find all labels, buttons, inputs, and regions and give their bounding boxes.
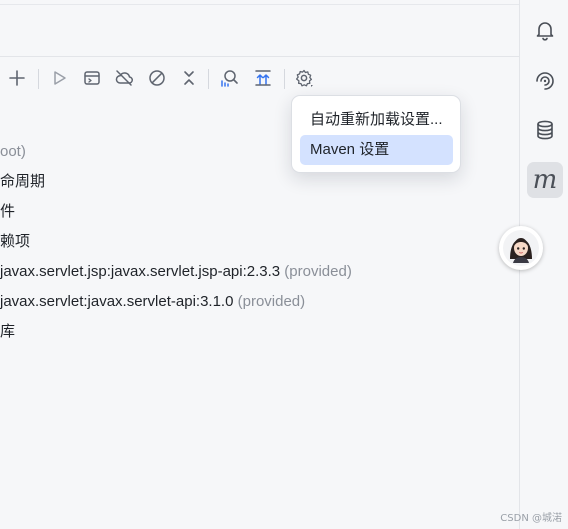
- menu-item-auto-reload-settings[interactable]: 自动重新加载设置...: [300, 105, 453, 135]
- tree-row[interactable]: 件: [0, 200, 15, 224]
- avatar-image: [503, 230, 539, 266]
- run-icon[interactable]: [45, 64, 73, 92]
- tree-row[interactable]: javax.servlet:javax.servlet-api:3.1.0 (p…: [0, 290, 305, 314]
- toolbar-separator: [284, 69, 285, 89]
- offline-mode-icon[interactable]: [110, 64, 138, 92]
- tree-row-label: 赖项: [0, 233, 31, 250]
- notifications-icon[interactable]: [527, 12, 563, 48]
- settings-popup-menu: 自动重新加载设置... Maven 设置: [291, 95, 461, 173]
- toolbar-separator: [38, 69, 39, 89]
- header-divider: [0, 4, 519, 5]
- toolbar-separator: [208, 69, 209, 89]
- tree-row[interactable]: 库: [0, 320, 15, 344]
- tree-row[interactable]: javax.servlet.jsp:javax.servlet.jsp-api:…: [0, 260, 352, 284]
- skip-tests-icon[interactable]: [143, 64, 171, 92]
- tree-row-label: javax.servlet:javax.servlet-api:3.1.0: [0, 293, 234, 310]
- watermark: CSDN @城渃: [500, 513, 562, 524]
- tree-row[interactable]: 命周期: [0, 170, 45, 194]
- settings-icon[interactable]: [290, 64, 318, 92]
- dependency-analyzer-icon[interactable]: [215, 64, 243, 92]
- maven-tool-window: oot) 命周期 件 赖项 javax.servlet.jsp:javax.se…: [0, 0, 519, 529]
- tree-row-label: 命周期: [0, 173, 46, 190]
- avatar[interactable]: [499, 226, 543, 270]
- tree-row-label: 库: [0, 323, 16, 340]
- tree-row[interactable]: 赖项: [0, 230, 30, 254]
- collapse-icon[interactable]: [175, 64, 203, 92]
- database-icon[interactable]: [527, 112, 563, 148]
- scope-label: (provided): [284, 263, 352, 280]
- add-icon[interactable]: [3, 64, 31, 92]
- tree-row-label: oot): [0, 143, 26, 160]
- toolbar-divider: [0, 56, 519, 57]
- menu-item-maven-settings[interactable]: Maven 设置: [300, 135, 453, 165]
- maven-toolbar: [0, 64, 519, 94]
- show-updates-icon[interactable]: [249, 64, 277, 92]
- maven-glyph: m: [532, 165, 558, 195]
- maven-icon[interactable]: m: [527, 162, 563, 198]
- tree-row-label: javax.servlet.jsp:javax.servlet.jsp-api:…: [0, 263, 281, 280]
- scope-label: (provided): [237, 293, 306, 310]
- tree-row[interactable]: oot): [0, 140, 26, 164]
- tree-row-label: 件: [0, 203, 16, 220]
- ai-assistant-icon[interactable]: [527, 62, 563, 98]
- run-config-icon[interactable]: [78, 64, 106, 92]
